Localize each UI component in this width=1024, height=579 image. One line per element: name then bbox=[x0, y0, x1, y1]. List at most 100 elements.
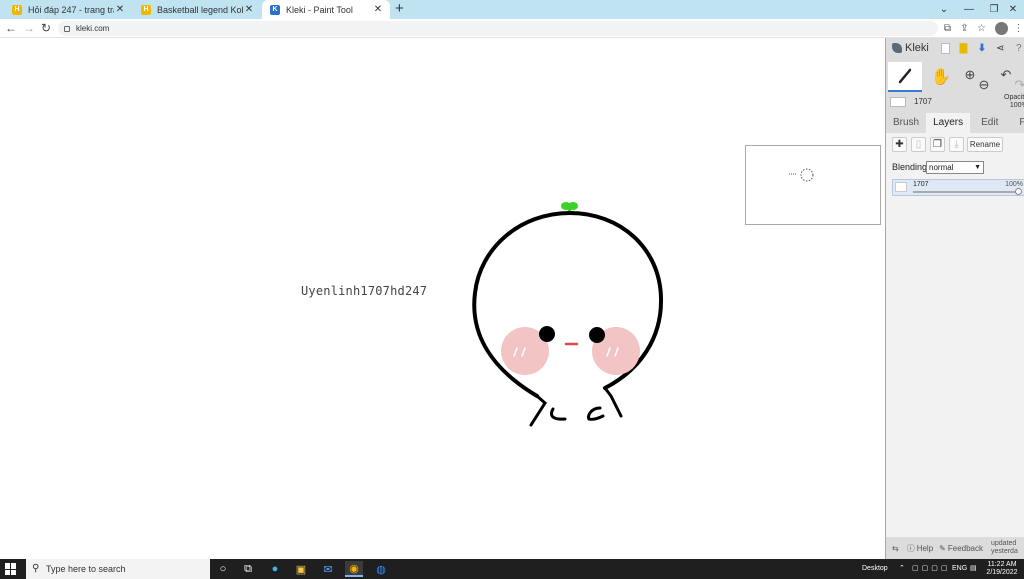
translate-icon[interactable]: ⧉ bbox=[941, 22, 954, 35]
kleki-side-panel: Kleki ▇ ⬇ ⋖ ? ✋ ⊕ ⊖ ↶ ↷ 1707 Opacity 100… bbox=[885, 38, 1024, 559]
navigator-minimap[interactable] bbox=[745, 145, 881, 225]
swap-icon[interactable]: ⇆ bbox=[892, 544, 901, 553]
layer-list: 1707 100% bbox=[886, 177, 1024, 559]
zoom-out-icon[interactable]: ⊖ bbox=[974, 70, 994, 100]
taskbar-search[interactable]: ⚲ Type here to search bbox=[26, 559, 210, 579]
profile-avatar[interactable] bbox=[995, 22, 1008, 35]
kleki-logo[interactable]: Kleki bbox=[892, 42, 929, 54]
tab-edit[interactable]: Edit bbox=[970, 113, 1005, 133]
task-view-icon[interactable]: ⧉ bbox=[239, 561, 257, 577]
lock-icon bbox=[64, 25, 70, 32]
minimap-preview bbox=[789, 168, 814, 182]
blending-row: Blending normal ▼ bbox=[886, 159, 1024, 177]
duplicate-layer-button[interactable]: ❐ bbox=[930, 137, 945, 152]
address-bar[interactable]: kleki.com bbox=[58, 21, 938, 36]
search-icon: ⚲ bbox=[32, 563, 40, 574]
hoidap-favicon-icon: H bbox=[12, 4, 22, 15]
tray-app-icons[interactable]: ▢▢▢▢ bbox=[912, 559, 950, 579]
layer-name: 1707 bbox=[913, 181, 929, 188]
rename-layer-button[interactable]: Rename bbox=[967, 137, 1003, 152]
feedback-link[interactable]: ✎ Feedback bbox=[939, 544, 983, 553]
start-button[interactable] bbox=[5, 563, 17, 575]
updated-note[interactable]: updated yesterda bbox=[991, 540, 1018, 556]
opacity-label: Opacity bbox=[1004, 94, 1024, 101]
slider-knob[interactable] bbox=[1015, 188, 1022, 195]
language-indicator[interactable]: ENG bbox=[952, 559, 967, 579]
brush-tool-button[interactable] bbox=[888, 62, 922, 92]
tab-title: Kleki - Paint Tool bbox=[286, 4, 353, 15]
forward-button[interactable]: → bbox=[21, 20, 37, 36]
edge-icon[interactable]: ● bbox=[266, 561, 284, 577]
cortana-icon[interactable]: ○ bbox=[214, 561, 232, 577]
mail-icon[interactable]: ✉ bbox=[319, 561, 337, 577]
clock-time: 11:22 AM bbox=[987, 561, 1017, 568]
blending-label: Blending bbox=[892, 162, 928, 172]
layer-item[interactable]: 1707 100% bbox=[892, 179, 1024, 196]
desktop-label[interactable]: Desktop bbox=[862, 559, 888, 579]
kleki-logo-text: Kleki bbox=[905, 42, 929, 54]
close-tab-icon[interactable]: ✕ bbox=[114, 4, 126, 15]
right-eye bbox=[589, 327, 605, 343]
save-download-icon[interactable]: ⬇ bbox=[976, 41, 988, 55]
add-layer-button[interactable]: ✚ bbox=[892, 137, 907, 152]
back-button[interactable]: ← bbox=[3, 20, 19, 36]
kleki-favicon-icon: K bbox=[270, 4, 280, 15]
chevron-down-icon: ▼ bbox=[974, 164, 981, 171]
kleki-logo-icon bbox=[892, 43, 902, 53]
kleki-footer: ⇆ ⓘ Help ✎ Feedback updated yesterda bbox=[886, 537, 1024, 559]
tray-chevron-icon[interactable]: ⌃ bbox=[899, 559, 905, 579]
tab-file[interactable]: File bbox=[1005, 113, 1024, 133]
color-swatch[interactable] bbox=[890, 97, 906, 107]
body-outline bbox=[472, 210, 664, 398]
open-folder-icon[interactable]: ▇ bbox=[957, 41, 969, 55]
help-icon: ⓘ bbox=[906, 543, 915, 553]
merge-layer-button[interactable]: ⤓ bbox=[949, 137, 964, 152]
new-image-icon[interactable] bbox=[939, 41, 951, 55]
feedback-icon: ✎ bbox=[939, 543, 946, 553]
tab-search-button[interactable]: ⌄ bbox=[931, 0, 957, 19]
layer-actions-bar: ✚ ▯ ❐ ⤓ Rename bbox=[886, 133, 1024, 159]
blending-value: normal bbox=[929, 163, 954, 172]
minimize-button[interactable]: — bbox=[956, 0, 982, 19]
tray-network-icons[interactable]: ▤ bbox=[970, 559, 977, 579]
brush-icon bbox=[898, 68, 912, 84]
left-leg bbox=[529, 394, 547, 427]
hoidap-favicon-icon: H bbox=[141, 4, 151, 15]
tab-basketball[interactable]: H Basketball legend Kobe Bryant a ✕ bbox=[133, 0, 261, 19]
tab-hoidap[interactable]: H Hỏi đáp 247 - trang tra loi ✕ bbox=[4, 0, 132, 19]
kleki-tabs: Brush Layers Edit File bbox=[886, 113, 1024, 133]
taskbar-clock[interactable]: 11:22 AM 2/19/2022 bbox=[982, 561, 1022, 577]
zalo-icon[interactable]: ◍ bbox=[372, 561, 390, 577]
blending-select[interactable]: normal ▼ bbox=[926, 161, 984, 174]
menu-icon[interactable]: ⋮ bbox=[1012, 22, 1024, 35]
kleki-header: Kleki ▇ ⬇ ⋖ ? bbox=[886, 38, 1024, 58]
share-icon[interactable]: ⇪ bbox=[958, 22, 971, 35]
brush-size-value: 1707 bbox=[914, 97, 932, 106]
chrome-icon[interactable]: ◉ bbox=[345, 561, 363, 577]
close-window-button[interactable]: ✕ bbox=[1000, 0, 1024, 19]
help-link[interactable]: ⓘ Help bbox=[907, 543, 933, 554]
url-text: kleki.com bbox=[76, 24, 110, 33]
hand-tool-button[interactable]: ✋ bbox=[924, 62, 958, 92]
sprout-leaf bbox=[561, 202, 578, 212]
tab-brush[interactable]: Brush bbox=[886, 113, 926, 133]
drawing-canvas[interactable]: Uyenlinh1707hd247 bbox=[0, 38, 885, 559]
tab-kleki[interactable]: K Kleki - Paint Tool ✕ bbox=[262, 0, 390, 19]
help-circle-icon[interactable]: ? bbox=[1013, 41, 1024, 55]
reload-button[interactable]: ↻ bbox=[38, 20, 54, 36]
bookmark-star-icon[interactable]: ☆ bbox=[975, 22, 988, 35]
close-tab-icon[interactable]: ✕ bbox=[372, 4, 384, 15]
windows-taskbar: ⚲ Type here to search ○ ⧉ ● ▣ ✉ ◉ ◍ Desk… bbox=[0, 559, 1024, 579]
delete-layer-button[interactable]: ▯ bbox=[911, 137, 926, 152]
store-icon[interactable]: ▣ bbox=[292, 561, 310, 577]
tab-layers[interactable]: Layers bbox=[926, 113, 971, 133]
close-tab-icon[interactable]: ✕ bbox=[243, 4, 255, 15]
canvas-handle-text: Uyenlinh1707hd247 bbox=[301, 284, 428, 298]
tab-title: Hỏi đáp 247 - trang tra loi bbox=[28, 4, 114, 15]
clock-date: 2/19/2022 bbox=[986, 569, 1018, 576]
new-tab-button[interactable]: + bbox=[395, 1, 404, 17]
browser-tab-strip: H Hỏi đáp 247 - trang tra loi ✕ H Basket… bbox=[0, 0, 1024, 19]
layer-opacity-slider[interactable] bbox=[913, 188, 1022, 195]
browser-toolbar: ← → ↻ kleki.com ⧉ ⇪ ☆ ⋮ bbox=[0, 19, 1024, 38]
share-icon[interactable]: ⋖ bbox=[994, 41, 1006, 55]
